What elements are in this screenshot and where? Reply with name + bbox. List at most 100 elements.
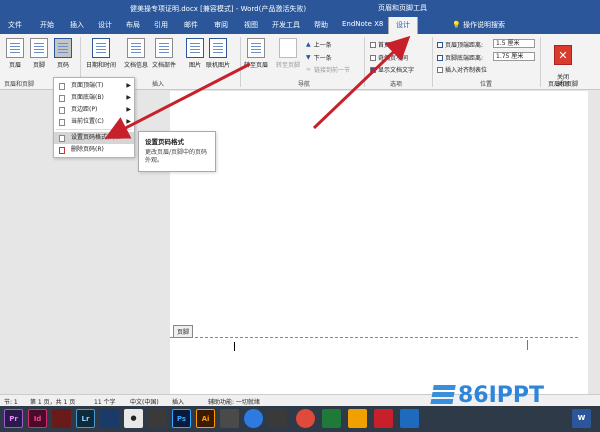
group-navigation: 导航 [298, 81, 311, 88]
tab-review[interactable]: 审阅 [214, 20, 228, 30]
page-number-button[interactable]: 页码 [54, 38, 72, 69]
tab-home[interactable]: 开始 [40, 20, 54, 30]
app-red-icon[interactable] [52, 409, 71, 428]
goto-header-button[interactable]: 转至页眉 [244, 38, 268, 69]
tab-mailings[interactable]: 邮件 [184, 20, 198, 30]
browser-icon[interactable] [244, 409, 263, 428]
goto-footer-label: 转至页脚 [276, 62, 301, 69]
format-page-number-tooltip: 设置页码格式 更改页眉/页脚中的页码外观。 [138, 131, 216, 172]
footer-position-input[interactable]: 1.75 厘米 [493, 52, 535, 61]
page-icon [59, 83, 65, 90]
watermark-text: 86IPPT [458, 382, 545, 408]
word-icon[interactable]: W [572, 409, 591, 428]
goto-footer-button[interactable]: 转至页脚 [276, 38, 300, 69]
show-doc-text-checkbox[interactable]: 显示文档文字 [370, 65, 414, 74]
menu-item-page-margins[interactable]: 页边距(P) ▶ [54, 104, 134, 116]
divider [364, 37, 365, 87]
status-words[interactable]: 11 个字 [94, 397, 116, 406]
indesign-icon[interactable]: Id [28, 409, 47, 428]
prev-button[interactable]: ▲ 上一条 [306, 40, 332, 49]
tell-me-label: 操作说明搜索 [462, 21, 505, 29]
tab-layout[interactable]: 布局 [126, 20, 140, 30]
link-prev-button[interactable]: ∞ 链接到前一节 [306, 65, 350, 74]
datetime-button[interactable]: 日期和时间 [86, 38, 116, 69]
menu-item-remove-page-numbers[interactable]: 删除页码(R) [54, 144, 134, 156]
odd-even-different-checkbox[interactable]: 奇偶页不同 [370, 53, 408, 62]
footer-position-icon [437, 54, 443, 61]
insert-align-tab-button[interactable]: 插入对齐制表位 [437, 65, 487, 74]
tab-file[interactable]: 文件 [8, 20, 22, 30]
header-position-label: 页眉顶端距离: [437, 40, 483, 49]
header-position-input[interactable]: 1.5 厘米 [493, 39, 535, 48]
app-yellow-icon[interactable] [348, 409, 367, 428]
app-dark-icon[interactable] [268, 409, 287, 428]
app-green-icon[interactable] [322, 409, 341, 428]
tab-references[interactable]: 引用 [154, 20, 168, 30]
footer-position-label: 页脚底端距离: [437, 53, 483, 62]
docinfo-icon [127, 38, 145, 58]
tab-insert[interactable]: 插入 [70, 20, 84, 30]
format-page-number-icon [59, 135, 65, 142]
goto-footer-icon [279, 38, 297, 58]
qq-icon[interactable]: ● [124, 409, 143, 428]
menu-item-label: 删除页码(R) [71, 146, 104, 153]
status-accessibility[interactable]: 辅助功能: 一切就绪 [208, 397, 260, 406]
header-position-icon [437, 41, 443, 48]
app-blue-icon[interactable] [400, 409, 419, 428]
footer-icon [30, 38, 48, 58]
tab-design-doc[interactable]: 设计 [98, 20, 112, 30]
taskbar: Pr Id Lr ● Ps Ai W [0, 406, 600, 432]
status-section: 节: 1 [4, 399, 18, 406]
app-blue-icon[interactable] [100, 409, 119, 428]
picture-icon [186, 38, 204, 58]
picture-button[interactable]: 图片 [186, 38, 204, 69]
checkbox-icon [370, 41, 376, 48]
photoshop-icon[interactable]: Ps [172, 409, 191, 428]
page-icon [59, 119, 65, 126]
status-mode[interactable]: 插入 [172, 397, 184, 406]
menu-item-label: 页边距(P) [71, 106, 98, 113]
tell-me-search[interactable]: 💡 操作说明搜索 [452, 20, 505, 30]
docparts-button[interactable]: 文档部件 [152, 38, 176, 69]
app-gray-icon[interactable] [148, 409, 167, 428]
app-dark-icon[interactable] [220, 409, 239, 428]
docinfo-button[interactable]: 文档信息 [124, 38, 148, 69]
footer-label: 页脚 [32, 62, 45, 69]
text-cursor [234, 342, 235, 351]
tab-help[interactable]: 帮助 [314, 20, 328, 30]
page-icon [59, 95, 65, 102]
lightroom-icon[interactable]: Lr [76, 409, 95, 428]
lightbulb-icon: 💡 [452, 21, 463, 29]
picture-label: 图片 [188, 62, 201, 69]
footer-button[interactable]: 页脚 [30, 38, 48, 69]
tab-design-header-footer[interactable]: 设计 [388, 17, 418, 34]
docparts-icon [155, 38, 173, 58]
app-red-icon[interactable] [374, 409, 393, 428]
prev-label: 上一条 [313, 42, 332, 49]
status-language[interactable]: 中文(中国) [130, 397, 159, 406]
premiere-icon[interactable]: Pr [4, 409, 23, 428]
tab-endnote[interactable]: EndNote X8 [342, 20, 383, 28]
illustrator-icon[interactable]: Ai [196, 409, 215, 428]
next-label: 下一条 [313, 55, 332, 62]
tab-view[interactable]: 视图 [244, 20, 258, 30]
align-tab-icon [437, 66, 443, 73]
divider [240, 37, 241, 87]
menu-item-top-of-page[interactable]: 页面顶端(T) ▶ [54, 80, 134, 92]
menu-item-format-page-numbers[interactable]: 设置页码格式(F)... [54, 132, 134, 144]
online-picture-button[interactable]: 联机图片 [206, 38, 230, 69]
chrome-icon[interactable] [296, 409, 315, 428]
page-number-label: 页码 [56, 62, 69, 69]
header-label: 页眉 [8, 62, 21, 69]
close-icon: ✕ [554, 45, 572, 65]
checkbox-icon [370, 54, 376, 61]
header-button[interactable]: 页眉 [6, 38, 24, 69]
status-page[interactable]: 第 1 页，共 1 页 [30, 397, 75, 406]
document-page[interactable]: 页脚 [170, 91, 588, 394]
first-page-different-checkbox[interactable]: 首页不同 [370, 40, 402, 49]
menu-item-label: 页面底端(B) [71, 94, 104, 101]
menu-item-current-position[interactable]: 当前位置(C) ▶ [54, 116, 134, 128]
next-button[interactable]: ▼ 下一条 [306, 53, 332, 62]
tab-developer[interactable]: 开发工具 [272, 20, 300, 30]
menu-item-bottom-of-page[interactable]: 页面底端(B) ▶ [54, 92, 134, 104]
